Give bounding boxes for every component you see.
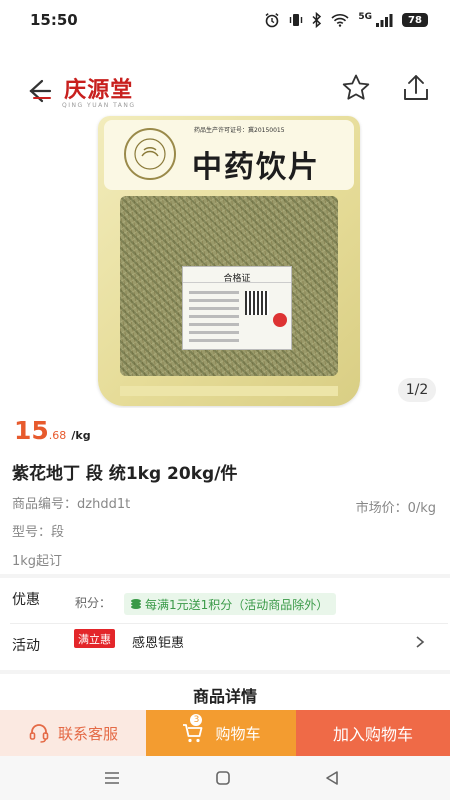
cart-button[interactable]: 3 购物车: [146, 710, 296, 756]
price-decimal: .68: [48, 429, 67, 442]
qr-code-icon: [245, 291, 269, 315]
min-order: 1kg起订: [12, 554, 63, 569]
cart-label: 购物车: [215, 724, 261, 743]
discount-label: 优惠: [12, 592, 40, 608]
logo-text: 庆源堂: [64, 77, 134, 103]
battery-icon: 78: [402, 13, 428, 27]
cart-icon-wrap: 3: [181, 713, 205, 745]
package-title: 中药饮片: [192, 150, 320, 185]
back-arrow-icon[interactable]: [26, 74, 56, 106]
package-certificate: 合格证: [182, 266, 292, 350]
page: 15:50 5G 78 庆源堂 QING YUAN TANG 药品生产许可证号：…: [0, 0, 450, 800]
discount-row: 优惠 积分： 每满1元送1积分（活动商品除外）: [0, 578, 450, 618]
menu-icon[interactable]: [102, 768, 122, 788]
chevron-right-icon[interactable]: [414, 635, 426, 649]
certificate-title: 合格证: [183, 267, 291, 284]
activity-text: 感恩钜惠: [132, 636, 185, 651]
points-badge: 每满1元送1积分（活动商品除外）: [124, 593, 337, 615]
activity-label: 活动: [12, 638, 40, 654]
coins-icon: [131, 599, 141, 609]
status-time: 15:50: [30, 11, 78, 29]
price: 15.68 /kg: [14, 416, 91, 445]
add-to-cart-label: 加入购物车: [332, 725, 413, 744]
star-icon[interactable]: [340, 72, 372, 104]
status-bar: 15:50 5G 78: [0, 0, 450, 40]
points-label: 积分：: [75, 596, 112, 610]
status-icons: 5G 78: [264, 12, 428, 28]
product-code: 商品编号：dzhdd1t: [12, 497, 131, 512]
back-icon[interactable]: [322, 768, 342, 788]
add-to-cart-button[interactable]: 加入购物车: [296, 710, 450, 756]
home-icon[interactable]: [213, 768, 233, 788]
product-image-area[interactable]: 庆源堂 QING YUAN TANG 药品生产许可证号：冀20150015 中药…: [0, 40, 450, 408]
brand-logo: 庆源堂 QING YUAN TANG: [62, 72, 136, 109]
bluetooth-icon: [312, 12, 322, 28]
details-title: 商品详情: [192, 687, 257, 706]
price-unit: /kg: [71, 429, 91, 442]
promotion-section: 优惠 积分： 每满1元送1积分（活动商品除外） 活动 满立惠 感恩钜惠: [0, 578, 450, 670]
activity-row[interactable]: 活动: [0, 624, 450, 664]
product-photo: 药品生产许可证号：冀20150015 中药饮片 合格证: [98, 116, 360, 406]
package-license: 药品生产许可证号：冀20150015: [194, 127, 285, 134]
points-text: 每满1元送1积分（活动商品除外）: [145, 597, 329, 612]
wifi-icon: [331, 14, 349, 27]
activity-badge: 满立惠: [74, 629, 115, 648]
system-nav-bar: [0, 756, 450, 800]
package-label: 药品生产许可证号：冀20150015 中药饮片: [104, 120, 354, 190]
alarm-icon: [265, 13, 279, 28]
network-type: 5G: [358, 12, 372, 22]
image-counter: 1/2: [398, 378, 436, 402]
signal-icon: [376, 14, 393, 27]
price-integer: 15: [14, 416, 49, 445]
package-brand-seal: [124, 128, 176, 180]
details-section: 商品详情: [0, 674, 450, 710]
market-price: 市场价：0/kg: [355, 501, 436, 516]
headset-icon: [29, 724, 49, 743]
red-seal-icon: [273, 313, 287, 327]
top-bar: 庆源堂 QING YUAN TANG: [0, 70, 450, 110]
action-bar: 联系客服 3 购物车 加入购物车: [0, 710, 450, 756]
product-title: 紫花地丁 段 统1kg 20kg/件: [12, 464, 238, 484]
contact-service-label: 联系客服: [57, 724, 118, 743]
vibrate-icon: [290, 14, 303, 26]
share-icon[interactable]: [400, 72, 432, 104]
product-info: 15.68 /kg 紫花地丁 段 统1kg 20kg/件 商品编号：dzhdd1…: [0, 408, 450, 574]
contact-service-button[interactable]: 联系客服: [0, 710, 146, 756]
logo-subtext: QING YUAN TANG: [62, 102, 136, 109]
product-model: 型号：段: [12, 525, 65, 540]
